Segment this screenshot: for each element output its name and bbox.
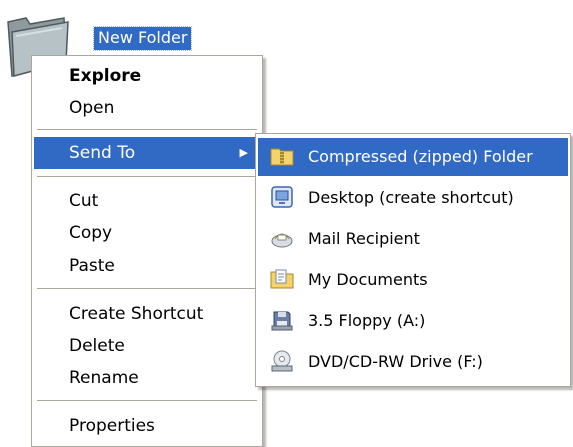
send-to-submenu: Compressed (zipped) Folder Desktop (crea… bbox=[255, 133, 571, 387]
menu-item-open[interactable]: Open bbox=[34, 92, 260, 124]
submenu-item-label: DVD/CD-RW Drive (F:) bbox=[308, 352, 483, 371]
submenu-item-label: Compressed (zipped) Folder bbox=[308, 147, 533, 166]
desktop-icon bbox=[270, 185, 294, 209]
submenu-item-compressed-folder[interactable]: Compressed (zipped) Folder bbox=[258, 138, 568, 176]
submenu-item-my-documents[interactable]: My Documents bbox=[258, 261, 568, 299]
submenu-item-floppy[interactable]: 3.5 Floppy (A:) bbox=[258, 302, 568, 340]
menu-item-cut[interactable]: Cut bbox=[34, 185, 260, 217]
menu-item-explore[interactable]: Explore bbox=[34, 60, 260, 92]
floppy-icon bbox=[270, 308, 294, 332]
zip-folder-icon bbox=[270, 144, 294, 168]
submenu-item-label: 3.5 Floppy (A:) bbox=[308, 311, 426, 330]
submenu-item-label: Desktop (create shortcut) bbox=[308, 188, 514, 207]
menu-item-create-shortcut[interactable]: Create Shortcut bbox=[34, 298, 260, 330]
context-menu: Explore Open Send To ▶ Cut Copy Paste Cr… bbox=[31, 55, 263, 447]
menu-item-properties[interactable]: Properties bbox=[34, 410, 260, 442]
menu-separator bbox=[37, 400, 257, 401]
menu-separator bbox=[37, 176, 257, 177]
submenu-item-label: Mail Recipient bbox=[308, 229, 420, 248]
dvd-drive-icon bbox=[270, 349, 294, 373]
documents-icon bbox=[270, 267, 294, 291]
mail-icon bbox=[270, 226, 294, 250]
submenu-item-label: My Documents bbox=[308, 270, 428, 289]
submenu-arrow-icon: ▶ bbox=[239, 146, 248, 159]
menu-item-send-to[interactable]: Send To ▶ bbox=[34, 137, 260, 169]
submenu-item-mail[interactable]: Mail Recipient bbox=[258, 220, 568, 258]
menu-item-rename[interactable]: Rename bbox=[34, 362, 260, 394]
menu-item-delete[interactable]: Delete bbox=[34, 330, 260, 362]
menu-item-copy[interactable]: Copy bbox=[34, 217, 260, 249]
submenu-item-dvd-drive[interactable]: DVD/CD-RW Drive (F:) bbox=[258, 343, 568, 381]
menu-separator bbox=[37, 288, 257, 289]
submenu-item-desktop[interactable]: Desktop (create shortcut) bbox=[258, 179, 568, 217]
menu-separator bbox=[37, 129, 257, 130]
folder-name-label[interactable]: New Folder bbox=[92, 26, 193, 51]
menu-item-paste[interactable]: Paste bbox=[34, 250, 260, 282]
menu-item-send-to-label: Send To bbox=[69, 143, 136, 163]
